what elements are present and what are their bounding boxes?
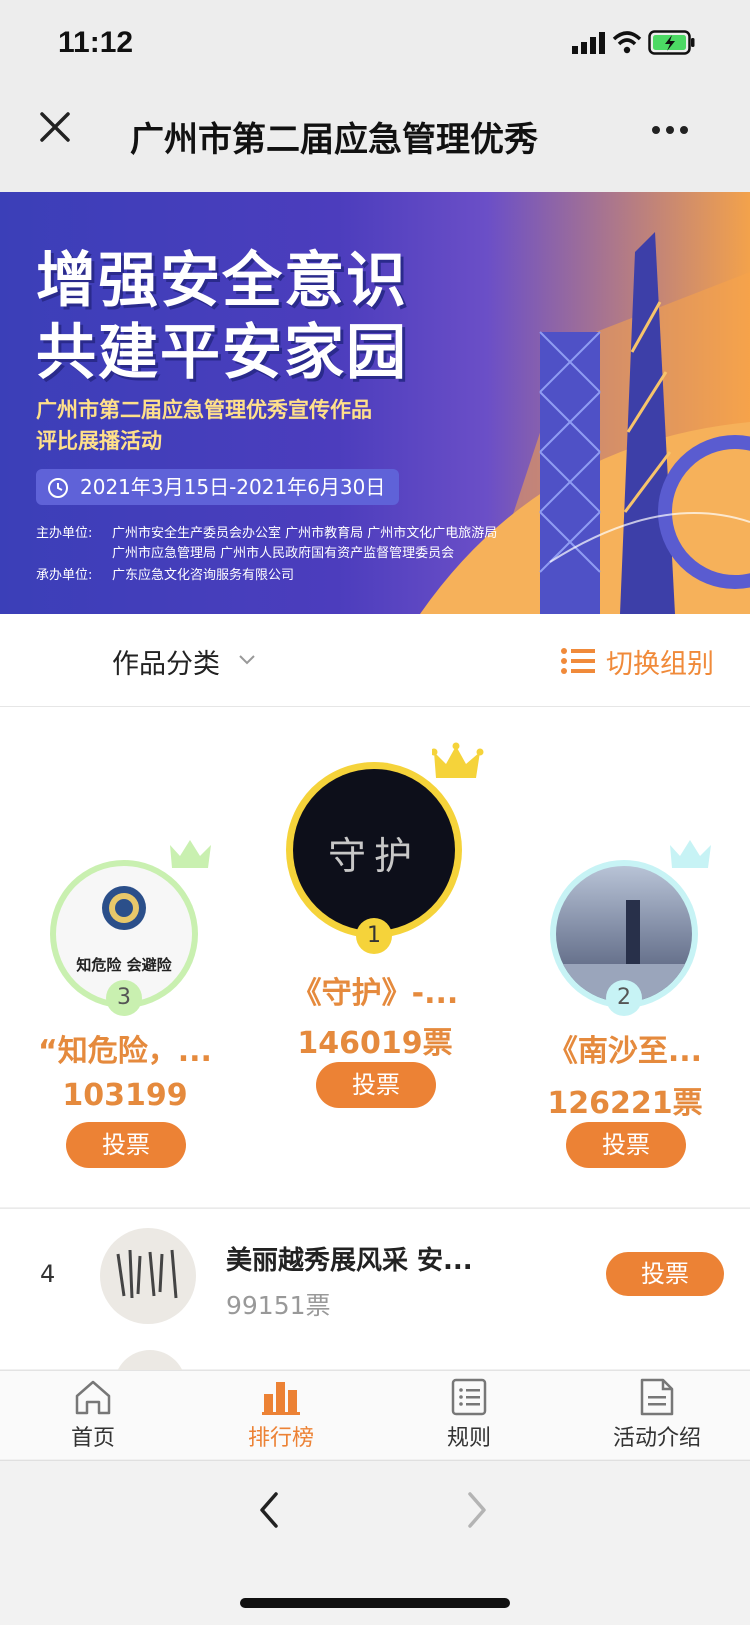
list-item-rank: 4 <box>40 1260 56 1288</box>
category-dropdown[interactable]: 作品分类 <box>112 642 220 681</box>
second-place-votes: 126221票 <box>547 1086 703 1121</box>
banner-headline-2: 共建平安家园 <box>36 318 408 388</box>
city-skyline-illustration <box>420 232 750 614</box>
signal-icon <box>572 32 605 54</box>
activity-banner[interactable]: 增强安全意识 共建平安家园 广州市第二届应急管理优秀宣传作品 评比展播活动 20… <box>0 192 750 614</box>
tab-about-label: 活动介绍 <box>612 1426 701 1451</box>
banner-date: 2021年3月15日-2021年6月30日 <box>36 469 400 505</box>
list-thumbnail-calligraphy <box>110 1246 186 1313</box>
gold-crown-icon <box>432 742 484 778</box>
organizer-line-1: 广州市安全生产委员会办公室 广州市教育局 广州市文化广电旅游局 <box>112 526 498 541</box>
title-fade <box>590 112 630 152</box>
rules-icon <box>451 1378 487 1416</box>
banner-date-text: 2021年3月15日-2021年6月30日 <box>80 475 386 499</box>
tab-home[interactable]: 首页 <box>18 1374 168 1456</box>
first-place-avatar-ring[interactable]: 守护 <box>286 762 462 938</box>
wifi-icon <box>612 31 642 54</box>
third-place-title[interactable]: “知危险，... <box>10 1026 240 1070</box>
status-time: 11:12 <box>58 26 134 59</box>
second-avatar-figure <box>626 900 640 968</box>
cyan-crown-icon <box>670 840 711 868</box>
second-place-title[interactable]: 《南沙至... <box>510 1026 740 1070</box>
rank-badge-1: 1 <box>356 918 392 954</box>
organizer-line-2: 广州市应急管理局 广州市人民政府国有资产监督管理委员会 <box>112 546 455 561</box>
document-icon <box>640 1378 674 1416</box>
third-avatar-text: 知危险 会避险 <box>76 956 172 974</box>
banner-subtitle-2: 评比展播活动 <box>36 429 162 453</box>
list-icon[interactable] <box>560 646 596 676</box>
forward-arrow-icon[interactable] <box>464 1490 490 1530</box>
home-indicator <box>240 1598 510 1608</box>
list-item[interactable]: 4 美丽越秀展风采 安... 99151票 投票 <box>0 1210 750 1340</box>
first-place-avatar: 守护 <box>293 769 455 931</box>
second-place-vote-button[interactable]: 投票 <box>566 1122 686 1168</box>
rank-badge-2: 2 <box>606 980 642 1016</box>
list-item-vote-button[interactable]: 投票 <box>606 1252 724 1296</box>
list-item-thumbnail <box>100 1228 196 1324</box>
page-title: 广州市第二届应急管理优秀 <box>130 120 538 160</box>
back-arrow-icon[interactable] <box>256 1490 282 1530</box>
green-crown-icon <box>170 840 211 868</box>
third-place-vote-button[interactable]: 投票 <box>66 1122 186 1168</box>
tab-home-label: 首页 <box>70 1426 115 1451</box>
battery-icon <box>648 30 695 55</box>
tab-about[interactable]: 活动介绍 <box>582 1374 732 1456</box>
more-icon[interactable] <box>650 124 690 136</box>
first-place-vote-button[interactable]: 投票 <box>316 1062 436 1108</box>
tab-ranking[interactable]: 排行榜 <box>206 1374 356 1456</box>
undertaker-name: 广东应急文化咨询服务有限公司 <box>112 568 295 583</box>
banner-subtitle-1: 广州市第二届应急管理优秀宣传作品 <box>36 398 372 422</box>
switch-group-button[interactable]: 切换组别 <box>606 642 714 681</box>
category-label: 作品分类 <box>112 649 220 680</box>
undertaker-label: 承办单位: <box>36 568 93 583</box>
emblem-icon <box>102 886 146 930</box>
clock-icon <box>48 478 68 498</box>
close-icon[interactable] <box>38 110 72 144</box>
calligraphy-illustration <box>116 1249 178 1299</box>
rank-badge-3: 3 <box>106 980 142 1016</box>
tab-rules-label: 规则 <box>446 1426 491 1451</box>
list-item-title: 美丽越秀展风采 安... <box>226 1246 473 1276</box>
first-place-title[interactable]: 《守护》-... <box>250 968 500 1012</box>
list-item-votes: 99151票 <box>226 1291 331 1320</box>
tab-rules[interactable]: 规则 <box>394 1374 544 1456</box>
first-avatar-text: 守护 <box>327 834 420 878</box>
first-place-votes: 146019票 <box>297 1026 453 1061</box>
third-place-votes: 103199 <box>62 1078 188 1113</box>
organizer-label: 主办单位: <box>36 526 93 541</box>
tab-ranking-label: 排行榜 <box>247 1426 314 1451</box>
chevron-down-icon[interactable] <box>238 654 256 666</box>
bar-chart-icon <box>262 1382 300 1415</box>
home-icon <box>75 1380 111 1415</box>
